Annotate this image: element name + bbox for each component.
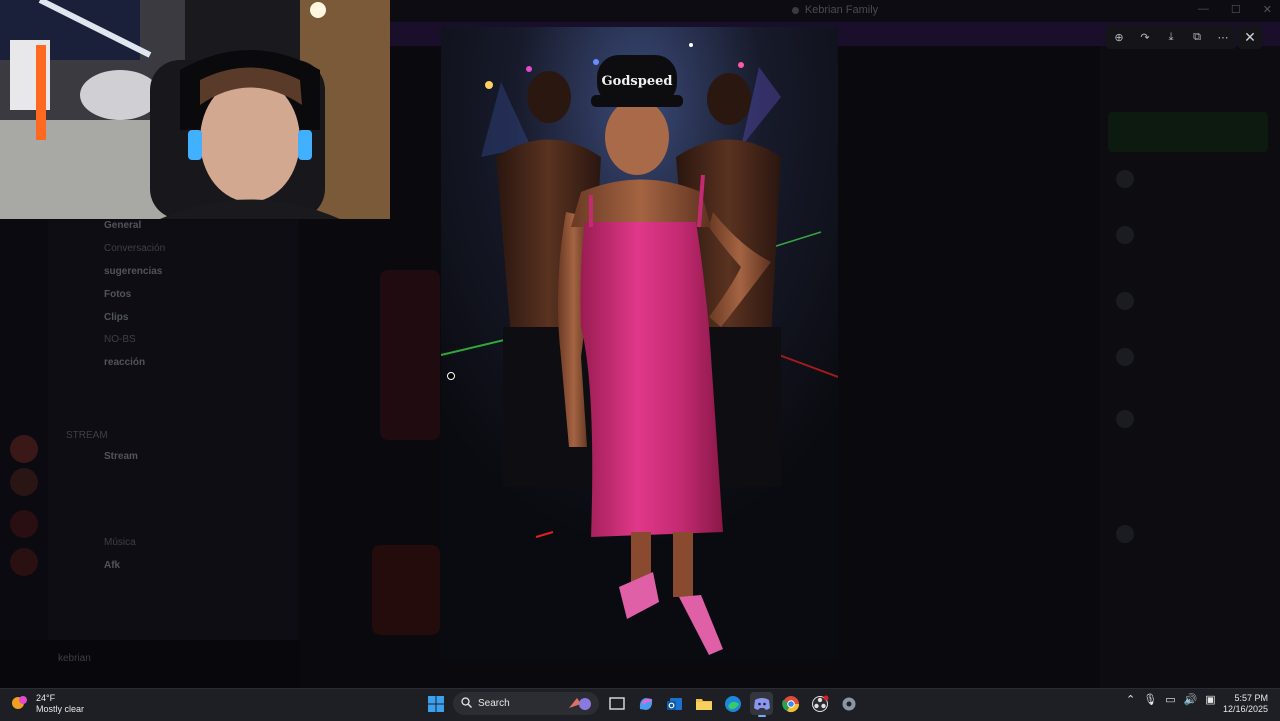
copilot-icon	[639, 697, 652, 710]
weather-icon	[10, 694, 30, 714]
webcam-overlay	[0, 0, 390, 219]
active-indicator	[758, 715, 766, 717]
viewer-toolbar: ⊕ ↷ ⤓ ⧉ ⋯	[1106, 25, 1236, 49]
microphone-icon[interactable]: 🎙	[1143, 693, 1157, 706]
avatar[interactable]	[1116, 348, 1134, 366]
window-close-button[interactable]: ✕	[1263, 3, 1272, 16]
zoom-icon[interactable]: ⊕	[1111, 29, 1127, 45]
search-icon	[461, 696, 472, 711]
outlook-app[interactable]	[663, 692, 686, 715]
maximize-button[interactable]: ☐	[1231, 3, 1241, 16]
avatar[interactable]	[1116, 410, 1134, 428]
server-icon[interactable]	[10, 548, 38, 576]
clock-time: 5:57 PM	[1234, 693, 1268, 703]
discord-app[interactable]	[750, 692, 773, 717]
weather-condition: Mostly clear	[36, 704, 85, 714]
member-card	[1108, 112, 1268, 152]
weather-widget[interactable]: 24°F Mostly clear	[10, 693, 84, 715]
server-icon[interactable]	[10, 468, 38, 496]
channel-item[interactable]: Conversación	[104, 243, 165, 254]
viewer-image[interactable]: Godspeed	[441, 27, 838, 661]
channel-item[interactable]: General	[104, 220, 141, 231]
task-view-icon	[608, 696, 625, 710]
open-external-icon[interactable]: ⧉	[1189, 29, 1205, 45]
chat-attachment[interactable]	[380, 270, 440, 440]
avatar[interactable]	[1116, 525, 1134, 543]
copilot-app[interactable]	[634, 692, 657, 715]
avatar[interactable]	[1116, 226, 1134, 244]
start-button[interactable]	[424, 692, 447, 715]
server-rail	[0, 220, 48, 660]
taskbar-search[interactable]: Search	[453, 692, 599, 715]
channel-item[interactable]: sugerencias	[104, 266, 162, 277]
download-icon[interactable]: ⤓	[1163, 29, 1179, 45]
avatar[interactable]	[1116, 170, 1134, 188]
discord-icon	[753, 697, 770, 710]
user-panel	[0, 640, 300, 688]
channel-item[interactable]: Clips	[104, 312, 128, 323]
channel-item[interactable]: Stream	[104, 451, 138, 462]
chrome-icon	[781, 695, 799, 712]
user-name: kebrian	[58, 653, 91, 664]
obs-icon	[811, 695, 828, 712]
hat-logo-text: Godspeed	[602, 74, 673, 89]
channel-item[interactable]: STREAM	[66, 430, 108, 441]
search-highlight-icon	[569, 698, 591, 710]
window-title-bar: Kebrian Family — ☐ ✕	[390, 0, 1280, 22]
viewer-close-button[interactable]: ✕	[1238, 25, 1262, 49]
edge-icon	[724, 695, 741, 712]
chevron-up-icon[interactable]: ⌃	[1126, 693, 1135, 706]
channel-item[interactable]: Afk	[104, 560, 120, 571]
channel-item[interactable]: NO-BS	[104, 334, 136, 345]
chrome-app[interactable]	[779, 692, 802, 715]
windows-icon	[427, 695, 444, 712]
weather-temperature: 24°F	[36, 693, 56, 703]
task-view-button[interactable]	[605, 692, 628, 715]
minimize-button[interactable]: —	[1198, 3, 1209, 16]
photo: Godspeed	[441, 27, 838, 661]
channel-item[interactable]: Fotos	[104, 289, 131, 300]
edge-app[interactable]	[721, 692, 744, 715]
gear-icon	[842, 697, 855, 710]
mouse-cursor	[447, 372, 455, 380]
server-icon[interactable]	[10, 510, 38, 538]
file-explorer-app[interactable]	[692, 692, 715, 715]
clock-date: 12/16/2025	[1222, 704, 1268, 714]
obs-app[interactable]	[808, 692, 831, 715]
chat-attachment[interactable]	[372, 545, 440, 635]
avatar[interactable]	[1116, 292, 1134, 310]
window-title: Kebrian Family	[804, 4, 879, 16]
settings-app[interactable]	[837, 692, 860, 715]
network-icon[interactable]: ▭	[1165, 693, 1175, 706]
taskbar-clock[interactable]: 5:57 PM 12/16/2025	[1222, 693, 1268, 715]
outlook-icon	[666, 697, 682, 710]
search-label: Search	[478, 698, 510, 709]
server-icon	[791, 6, 799, 14]
windows-taskbar: 24°F Mostly clear Search ⌃ 🎙 ▭ 🔊 ▣ 5:57 …	[0, 688, 1280, 721]
server-icon[interactable]	[10, 435, 38, 463]
volume-icon[interactable]: 🔊	[1184, 693, 1198, 706]
channel-item[interactable]: Música	[104, 537, 136, 548]
battery-icon[interactable]: ▣	[1205, 693, 1215, 706]
folder-icon	[695, 698, 712, 710]
forward-icon[interactable]: ↷	[1137, 29, 1153, 45]
channel-item[interactable]: reacción	[104, 357, 145, 368]
system-tray: ⌃ 🎙 ▭ 🔊 ▣	[1126, 693, 1216, 706]
more-icon[interactable]: ⋯	[1215, 29, 1231, 45]
